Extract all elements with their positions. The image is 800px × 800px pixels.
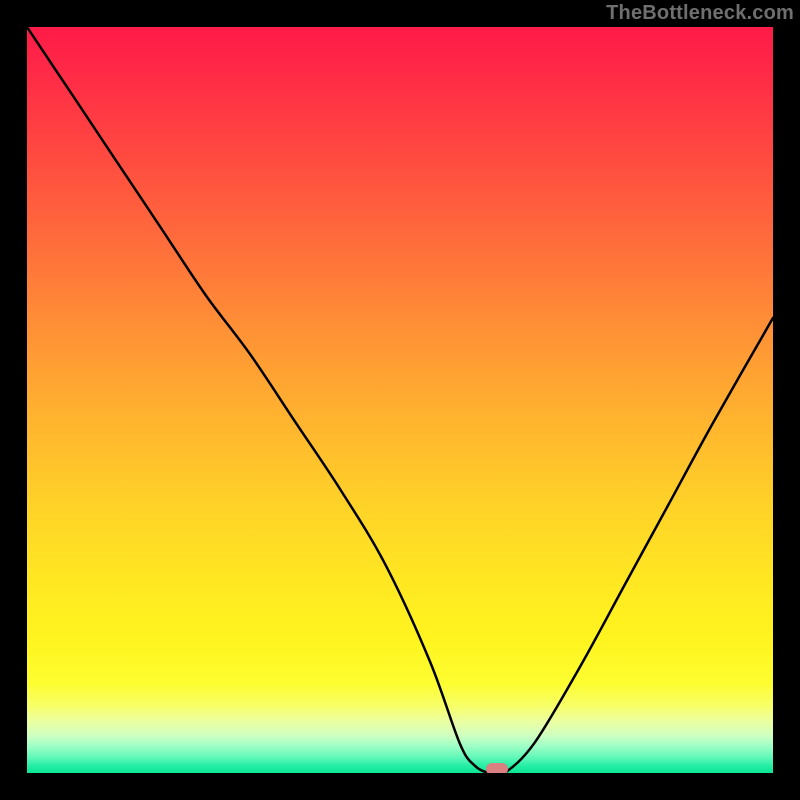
chart-container: TheBottleneck.com	[0, 0, 800, 800]
optimal-marker	[486, 763, 508, 775]
plot-area	[27, 27, 773, 773]
curve-line	[27, 27, 773, 773]
bottleneck-curve	[27, 27, 773, 773]
watermark-text: TheBottleneck.com	[606, 2, 794, 25]
